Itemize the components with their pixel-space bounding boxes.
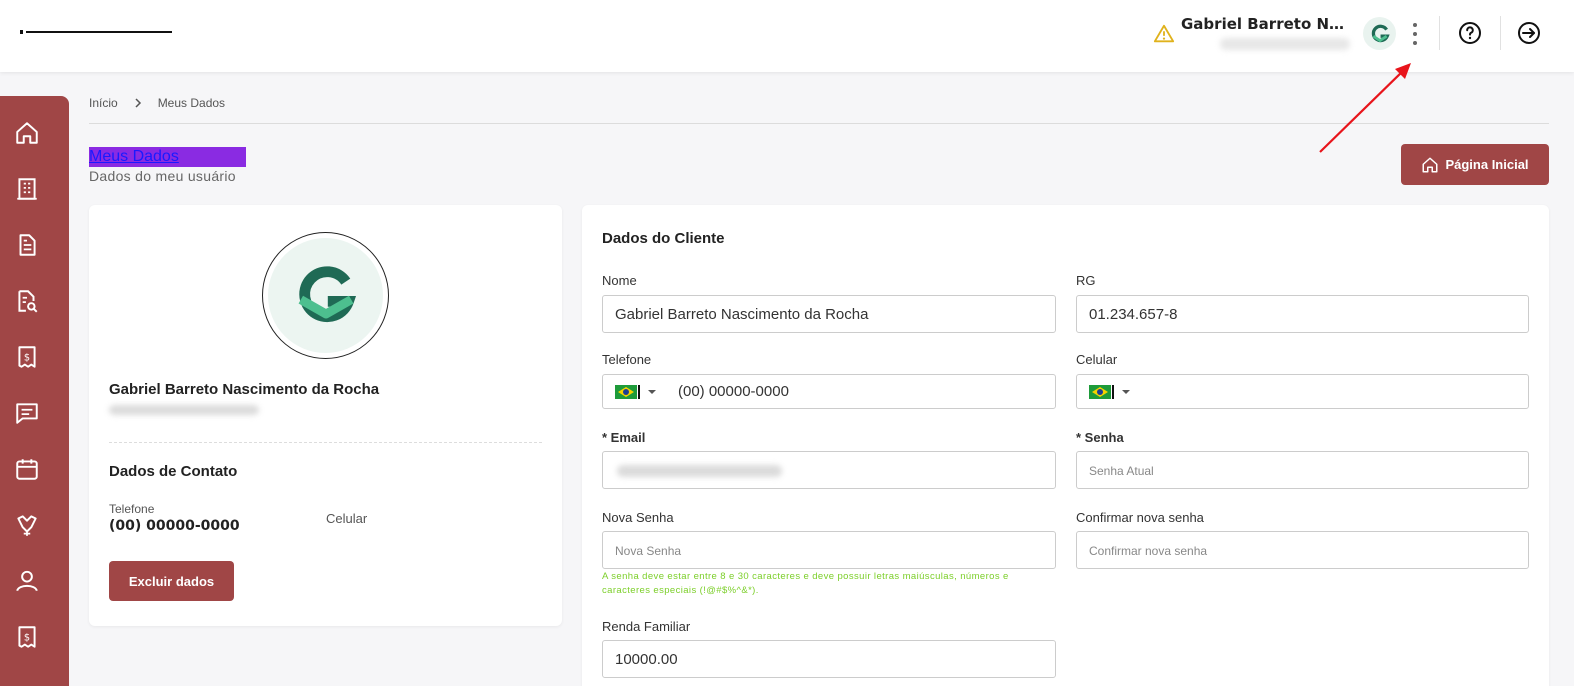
logout-icon[interactable] [1517,21,1541,45]
divider [1500,16,1501,50]
page-subtitle: Dados do meu usuário [89,168,236,184]
breadcrumb-divider [89,123,1549,124]
home-icon[interactable] [14,120,40,146]
name-label: Nome [602,273,637,288]
family-income-input[interactable] [602,640,1056,678]
brazil-flag-icon[interactable] [1089,384,1111,399]
email-label: * Email [602,430,646,445]
more-options-icon[interactable] [1404,18,1426,50]
message-icon[interactable] [14,400,40,426]
phone-value: (00) 00000-0000 [109,518,240,534]
calendar-icon[interactable] [14,456,40,482]
section-title: Dados do Cliente [602,230,725,247]
avatar[interactable] [1363,17,1396,50]
receipt-dollar-icon[interactable]: $ [14,624,40,650]
contact-section-title: Dados de Contato [109,463,238,480]
home-page-button-label: Página Inicial [1445,157,1529,172]
client-data-card: Dados do Cliente Nome RG Telefone Celula… [582,205,1549,686]
divider [109,442,542,443]
profile-card: Gabriel Barreto Nascimento da Rocha Dado… [89,205,562,626]
warning-icon[interactable] [1153,23,1175,45]
home-page-button[interactable]: Página Inicial [1401,144,1549,185]
new-password-label: Nova Senha [602,510,674,525]
confirm-password-label: Confirmar nova senha [1076,510,1204,525]
g-logo-icon [1371,24,1390,42]
rg-input[interactable] [1076,295,1529,333]
email-value-blurred [617,465,782,477]
document-search-icon[interactable] [14,288,40,314]
cell-input[interactable] [1152,383,1452,400]
top-bar: Gabriel Barreto Nascimento da Rocha [0,0,1574,72]
brazil-flag-icon[interactable] [615,384,637,399]
current-password-input[interactable] [1076,451,1529,489]
breadcrumb-current: Meus Dados [157,96,226,110]
confirm-password-input[interactable] [1076,531,1529,569]
rg-label: RG [1076,273,1096,288]
building-icon[interactable] [14,176,40,202]
password-label: * Senha [1076,430,1124,445]
cell-field [1076,374,1529,409]
profile-avatar [262,232,389,359]
profile-email-blurred [109,405,259,415]
document-icon[interactable] [14,232,40,258]
receipt-dollar-icon[interactable]: $ [14,344,40,370]
g-logo-icon [298,265,356,322]
sidebar: $ $ [0,96,69,686]
delete-data-button[interactable]: Excluir dados [109,561,234,601]
chevron-down-icon[interactable] [648,389,656,394]
password-hint: A senha deve estar entre 8 e 30 caracter… [602,571,1009,596]
chevron-right-icon [135,98,141,108]
home-icon [1422,157,1438,172]
phone-field-label: Telefone [602,352,652,367]
phone-label: Telefone [109,502,155,516]
name-input[interactable] [602,295,1056,333]
divider [1439,16,1440,50]
breadcrumb-home[interactable]: Início [89,96,118,110]
user-name[interactable]: Gabriel Barreto Nascimento da Rocha [1181,15,1353,33]
user-email-blurred [1220,38,1350,50]
handshake-icon[interactable] [14,512,40,538]
svg-text:$: $ [24,352,30,363]
page-title: Meus Dados [89,147,246,167]
user-icon[interactable] [14,568,40,594]
breadcrumb: Início Meus Dados [89,96,225,110]
phone-field [602,374,1056,409]
email-input[interactable] [602,451,1056,489]
chevron-down-icon[interactable] [1122,389,1130,394]
cell-label: Celular [326,511,368,526]
help-icon[interactable] [1458,21,1482,45]
logo[interactable] [20,30,172,34]
family-income-label: Renda Familiar [602,619,691,634]
svg-text:$: $ [24,632,30,643]
new-password-input[interactable] [602,531,1056,569]
cell-field-label: Celular [1076,352,1118,367]
phone-input[interactable] [678,383,978,400]
profile-name: Gabriel Barreto Nascimento da Rocha [109,381,380,398]
